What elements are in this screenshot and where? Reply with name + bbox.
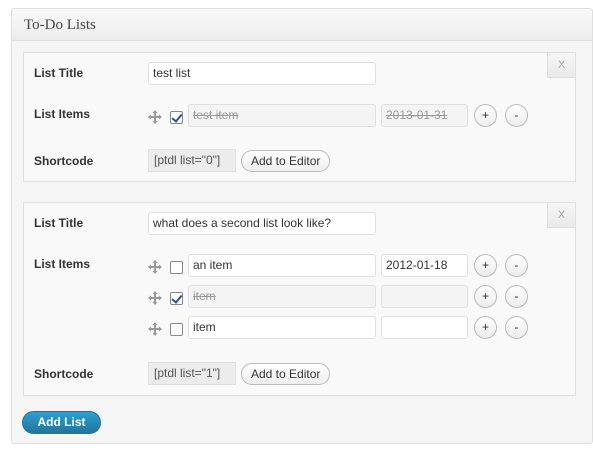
remove-item-button[interactable]: - (505, 104, 528, 127)
list-box-2: X List Title what does a second list loo… (23, 202, 576, 396)
shortcode-label: Shortcode (34, 367, 94, 381)
panel-header: To-Do Lists (12, 9, 592, 41)
list-title-label: List Title (34, 216, 84, 230)
remove-item-button[interactable]: - (505, 285, 528, 308)
item-date-input[interactable]: 2012-01-18 (381, 254, 468, 277)
shortcode-label: Shortcode (34, 154, 94, 168)
add-to-editor-button[interactable]: Add to Editor (241, 363, 331, 385)
todo-lists-panel: To-Do Lists X List Title test list List … (11, 8, 593, 444)
list-box-1: X List Title test list List Items test i… (23, 52, 576, 182)
item-done-checkbox[interactable] (170, 323, 183, 336)
add-list-button[interactable]: Add List (22, 411, 101, 434)
remove-list-button[interactable]: X (547, 52, 576, 78)
add-item-button[interactable]: + (474, 285, 497, 308)
add-item-button[interactable]: + (474, 104, 497, 127)
move-icon[interactable] (148, 291, 162, 305)
item-text-input[interactable]: an item (188, 254, 376, 277)
move-icon[interactable] (148, 260, 162, 274)
list-items-label: List Items (34, 107, 91, 121)
add-item-button[interactable]: + (474, 316, 497, 339)
add-to-editor-button[interactable]: Add to Editor (241, 150, 331, 172)
item-done-checkbox[interactable] (170, 292, 183, 305)
item-text-input[interactable]: item (188, 316, 376, 339)
remove-list-button[interactable]: X (547, 202, 576, 228)
item-done-checkbox[interactable] (170, 111, 183, 124)
shortcode-field: [ptdl list="1"] (148, 362, 236, 385)
item-done-checkbox[interactable] (170, 261, 183, 274)
item-date-input[interactable] (381, 285, 468, 308)
move-icon[interactable] (148, 110, 162, 124)
remove-item-button[interactable]: - (505, 316, 528, 339)
item-date-input[interactable]: 2013-01-31 (381, 104, 468, 127)
item-text-input[interactable]: test item (188, 104, 376, 127)
add-item-button[interactable]: + (474, 254, 497, 277)
move-icon[interactable] (148, 322, 162, 336)
remove-item-button[interactable]: - (505, 254, 528, 277)
shortcode-field: [ptdl list="0"] (148, 149, 236, 172)
list-title-label: List Title (34, 66, 84, 80)
item-date-input[interactable] (381, 316, 468, 339)
list-title-input[interactable]: what does a second list look like? (148, 212, 376, 235)
list-items-label: List Items (34, 257, 91, 271)
panel-title: To-Do Lists (24, 17, 96, 33)
item-text-input[interactable]: item (188, 285, 376, 308)
list-title-input[interactable]: test list (148, 62, 376, 85)
